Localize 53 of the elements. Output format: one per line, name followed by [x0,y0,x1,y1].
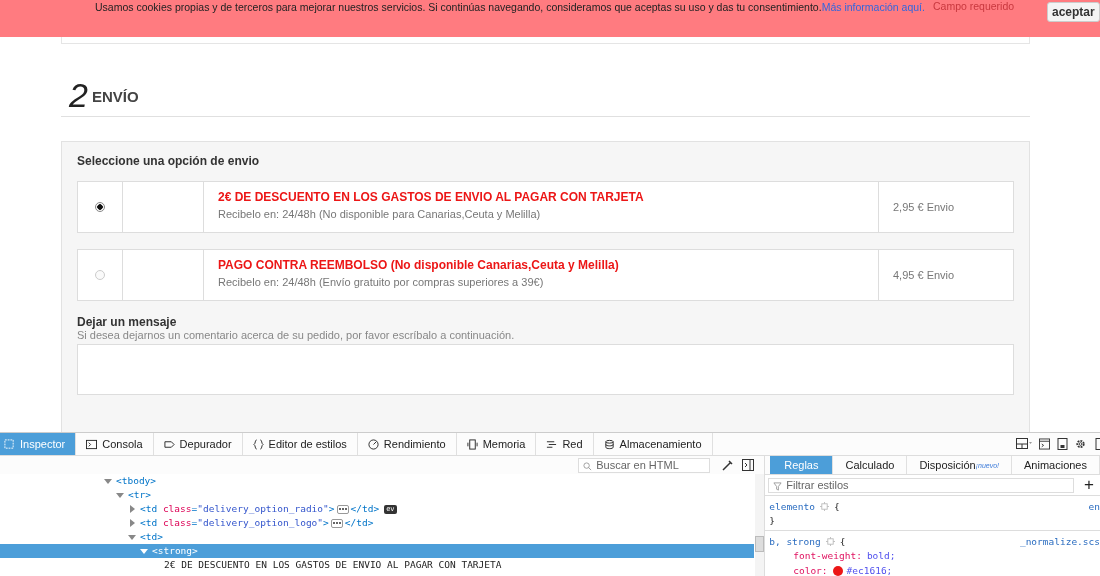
dom-node[interactable]: <tbody> [0,474,755,488]
option-title: PAGO CONTRA REEMBOLSO (No disponible Canarias,Ceuta y Melilla) [218,258,620,272]
filter-field[interactable]: Filtrar estilos [768,477,1075,493]
open-brace: { [834,500,840,512]
step-number: 2 [69,80,88,110]
source-link[interactable]: _normalize.scs [1019,535,1100,547]
option-title: 2€ DE DESCUENTO EN LOS GASTOS DE ENVIO AL PAGAR CON TARJETA [218,190,645,204]
html-code: <td> [140,531,163,543]
html-code: <tr> [128,489,151,501]
option-price: 4,95 € Envio [893,269,955,281]
property-name: font-weight: [793,550,862,561]
section-title: ENVÍO [91,87,139,107]
devtools-tab[interactable]: Depurador [153,433,243,455]
html-code: <strong> [152,545,198,557]
property-name: color: [793,565,828,576]
sidebar-tab[interactable]: Calculado [833,456,908,474]
dom-node[interactable]: <tr> [0,488,755,502]
shipping-option[interactable]: 2€ DE DESCUENTO EN LOS GASTOS DE ENVIO AL PAGAR CON TARJETA Recibelo en: 24/48h (No disponible para Canarias,Ceuta y Melilla) 2,95 € Envio [77,181,1014,233]
required-field-note: Campo requerido [933,0,1015,12]
option-price: 2,95 € Envio [893,201,955,213]
property-value: bold; [866,550,896,561]
message-hint: Si desea dejarnos un comentario acerca de su pedido, por favor escríbalo a continuación. [77,329,516,341]
dom-node[interactable]: 2€ DE DESCUENTO EN LOS GASTOS DE ENVIO AL PAGAR CON TARJETA [0,558,755,572]
closing-tag: </td> [344,517,374,529]
dom-node[interactable]: <td> [0,530,755,544]
devtools-tab[interactable]: Editor de estilos [242,433,358,455]
html-search-field[interactable]: Buscar en HTML [578,457,711,473]
message-label: Dejar un mensaje [77,315,178,329]
rule-selector: b, strong [769,535,821,547]
shipping-option[interactable]: PAGO CONTRA REEMBOLSO (No disponible Canarias,Ceuta y Melilla) Recibelo en: 24/48h (Envío gratuito por compras superiores a 39€) 4,95 € Envio [77,249,1014,301]
source-link[interactable]: en [1088,500,1100,512]
html-code: <tbody> [116,475,157,487]
devtools-tab[interactable]: Consola [76,433,154,455]
devtools-tab[interactable]: Rendimiento [357,433,457,455]
open-brace: { [839,535,846,547]
shipping-heading: Seleccione una opción de envio [77,154,261,168]
sidebar-tab[interactable]: Animaciones [1012,456,1100,474]
option-subtitle: Recibelo en: 24/48h (Envío gratuito por compras superiores a 39€) [218,276,545,288]
add-rule-button[interactable]: + [1074,477,1100,493]
accept-button[interactable]: aceptar [1047,2,1100,22]
devtools-tab[interactable]: Almacenamiento [593,433,713,455]
devtools-tab[interactable]: Memoria [456,433,537,455]
rule-selector: elemento [769,500,815,512]
devtools-tab[interactable]: Red [536,433,594,455]
html-code: <td class="delivery_option_radio"> [140,503,335,515]
html-code: 2€ DE DESCUENTO EN LOS GASTOS DE ENVIO AL PAGAR CON TARJETA [164,559,502,571]
option-subtitle: Recibelo en: 24/48h (No disponible para Canarias,Ceuta y Melilla) [218,208,542,220]
close-brace: } [769,514,775,526]
cookie-message: Usamos cookies propias y de terceros para mejorar nuestros servicios. Si continúas navegando, consideramos que aceptas su uso y das tu consentimiento.Más información aquí. [95,1,925,13]
closing-tag: </td> [350,503,380,515]
html-code: <td class="delivery_option_logo"> [140,517,329,529]
property-value: #ec1616; [846,565,893,576]
dom-node[interactable]: <td class="delivery_option_logo"> </td> [0,516,755,530]
